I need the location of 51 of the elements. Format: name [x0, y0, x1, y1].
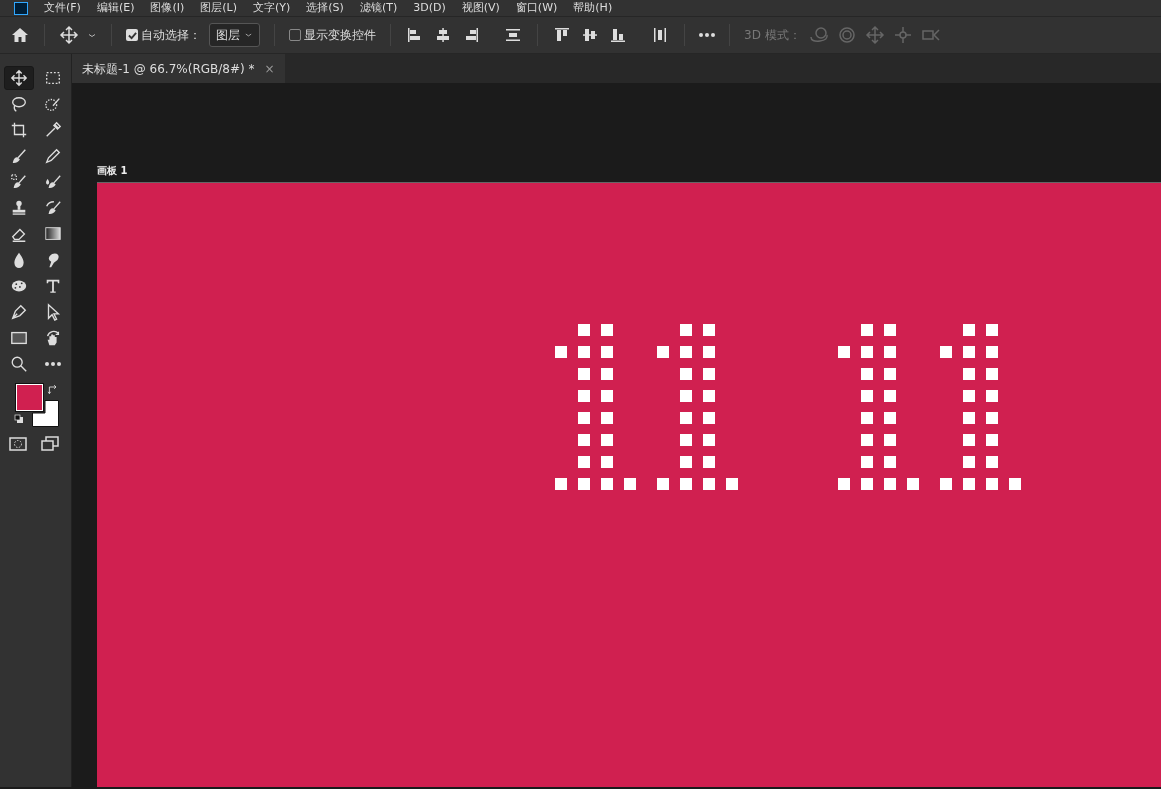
marquee-icon	[44, 69, 62, 87]
pencil-icon	[44, 147, 62, 165]
more-icon	[45, 362, 61, 366]
crop-icon	[10, 121, 28, 139]
menu-item[interactable]: 图像(I)	[150, 1, 185, 15]
menu-item[interactable]: 文件(F)	[44, 1, 81, 15]
tool-button[interactable]	[4, 66, 34, 90]
move-icon[interactable]	[59, 25, 79, 45]
checkbox[interactable]	[289, 29, 301, 41]
mode-label: 3D 模式：	[744, 27, 801, 44]
default-colors-icon[interactable]	[14, 414, 24, 424]
stamp-icon	[10, 199, 28, 217]
hand-rotate-icon	[44, 329, 62, 347]
search-icon	[10, 355, 28, 373]
more-icon[interactable]	[699, 33, 715, 37]
menu-item[interactable]: 视图(V)	[461, 1, 500, 15]
quick-select-icon	[44, 95, 62, 113]
healing-brush-icon	[10, 173, 28, 191]
background-color-swatch[interactable]	[32, 400, 59, 427]
close-button[interactable]: ×	[264, 60, 275, 77]
checkbox-label: 显示变换控件	[304, 27, 376, 44]
artboard-label: 画板 1	[97, 164, 129, 178]
menu-item[interactable]: 选择(S)	[306, 1, 344, 15]
rectangle-icon	[10, 329, 28, 347]
lasso-icon	[10, 95, 28, 113]
menu-item[interactable]: 帮助(H)	[573, 1, 613, 15]
foreground-color-swatch[interactable]	[16, 384, 43, 411]
menu-item[interactable]: 文字(Y)	[253, 1, 291, 15]
brush-icon	[44, 173, 62, 191]
move-icon	[10, 69, 28, 87]
brush-icon	[10, 147, 28, 165]
quick-mask-icon[interactable]	[8, 434, 28, 454]
swap-icon[interactable]	[47, 384, 59, 396]
home-icon[interactable]	[10, 25, 30, 45]
checkbox-label: 自动选择：	[141, 27, 201, 44]
checkbox[interactable]	[126, 29, 138, 41]
screen-mode-icon[interactable]	[40, 434, 60, 454]
gradient-icon	[44, 225, 62, 243]
document-tab[interactable]: 未标题-1 @ 66.7%(RGB/8#) * ×	[72, 54, 285, 83]
menu-item[interactable]: 图层(L)	[200, 1, 237, 15]
menu-item[interactable]: 窗口(W)	[515, 1, 558, 15]
menu-item[interactable]: 编辑(E)	[96, 1, 135, 15]
menu-item[interactable]: 3D(D)	[413, 1, 446, 15]
type-icon	[44, 277, 62, 295]
eyedropper-icon	[44, 121, 62, 139]
target-dropdown[interactable]: 图层	[209, 23, 260, 47]
history-brush-icon	[44, 199, 62, 217]
app-logo	[14, 1, 28, 15]
menu-item[interactable]: 滤镜(T)	[359, 1, 398, 15]
pen-icon	[10, 303, 28, 321]
tab-label: 未标题-1 @ 66.7%(RGB/8#) *	[82, 61, 255, 77]
